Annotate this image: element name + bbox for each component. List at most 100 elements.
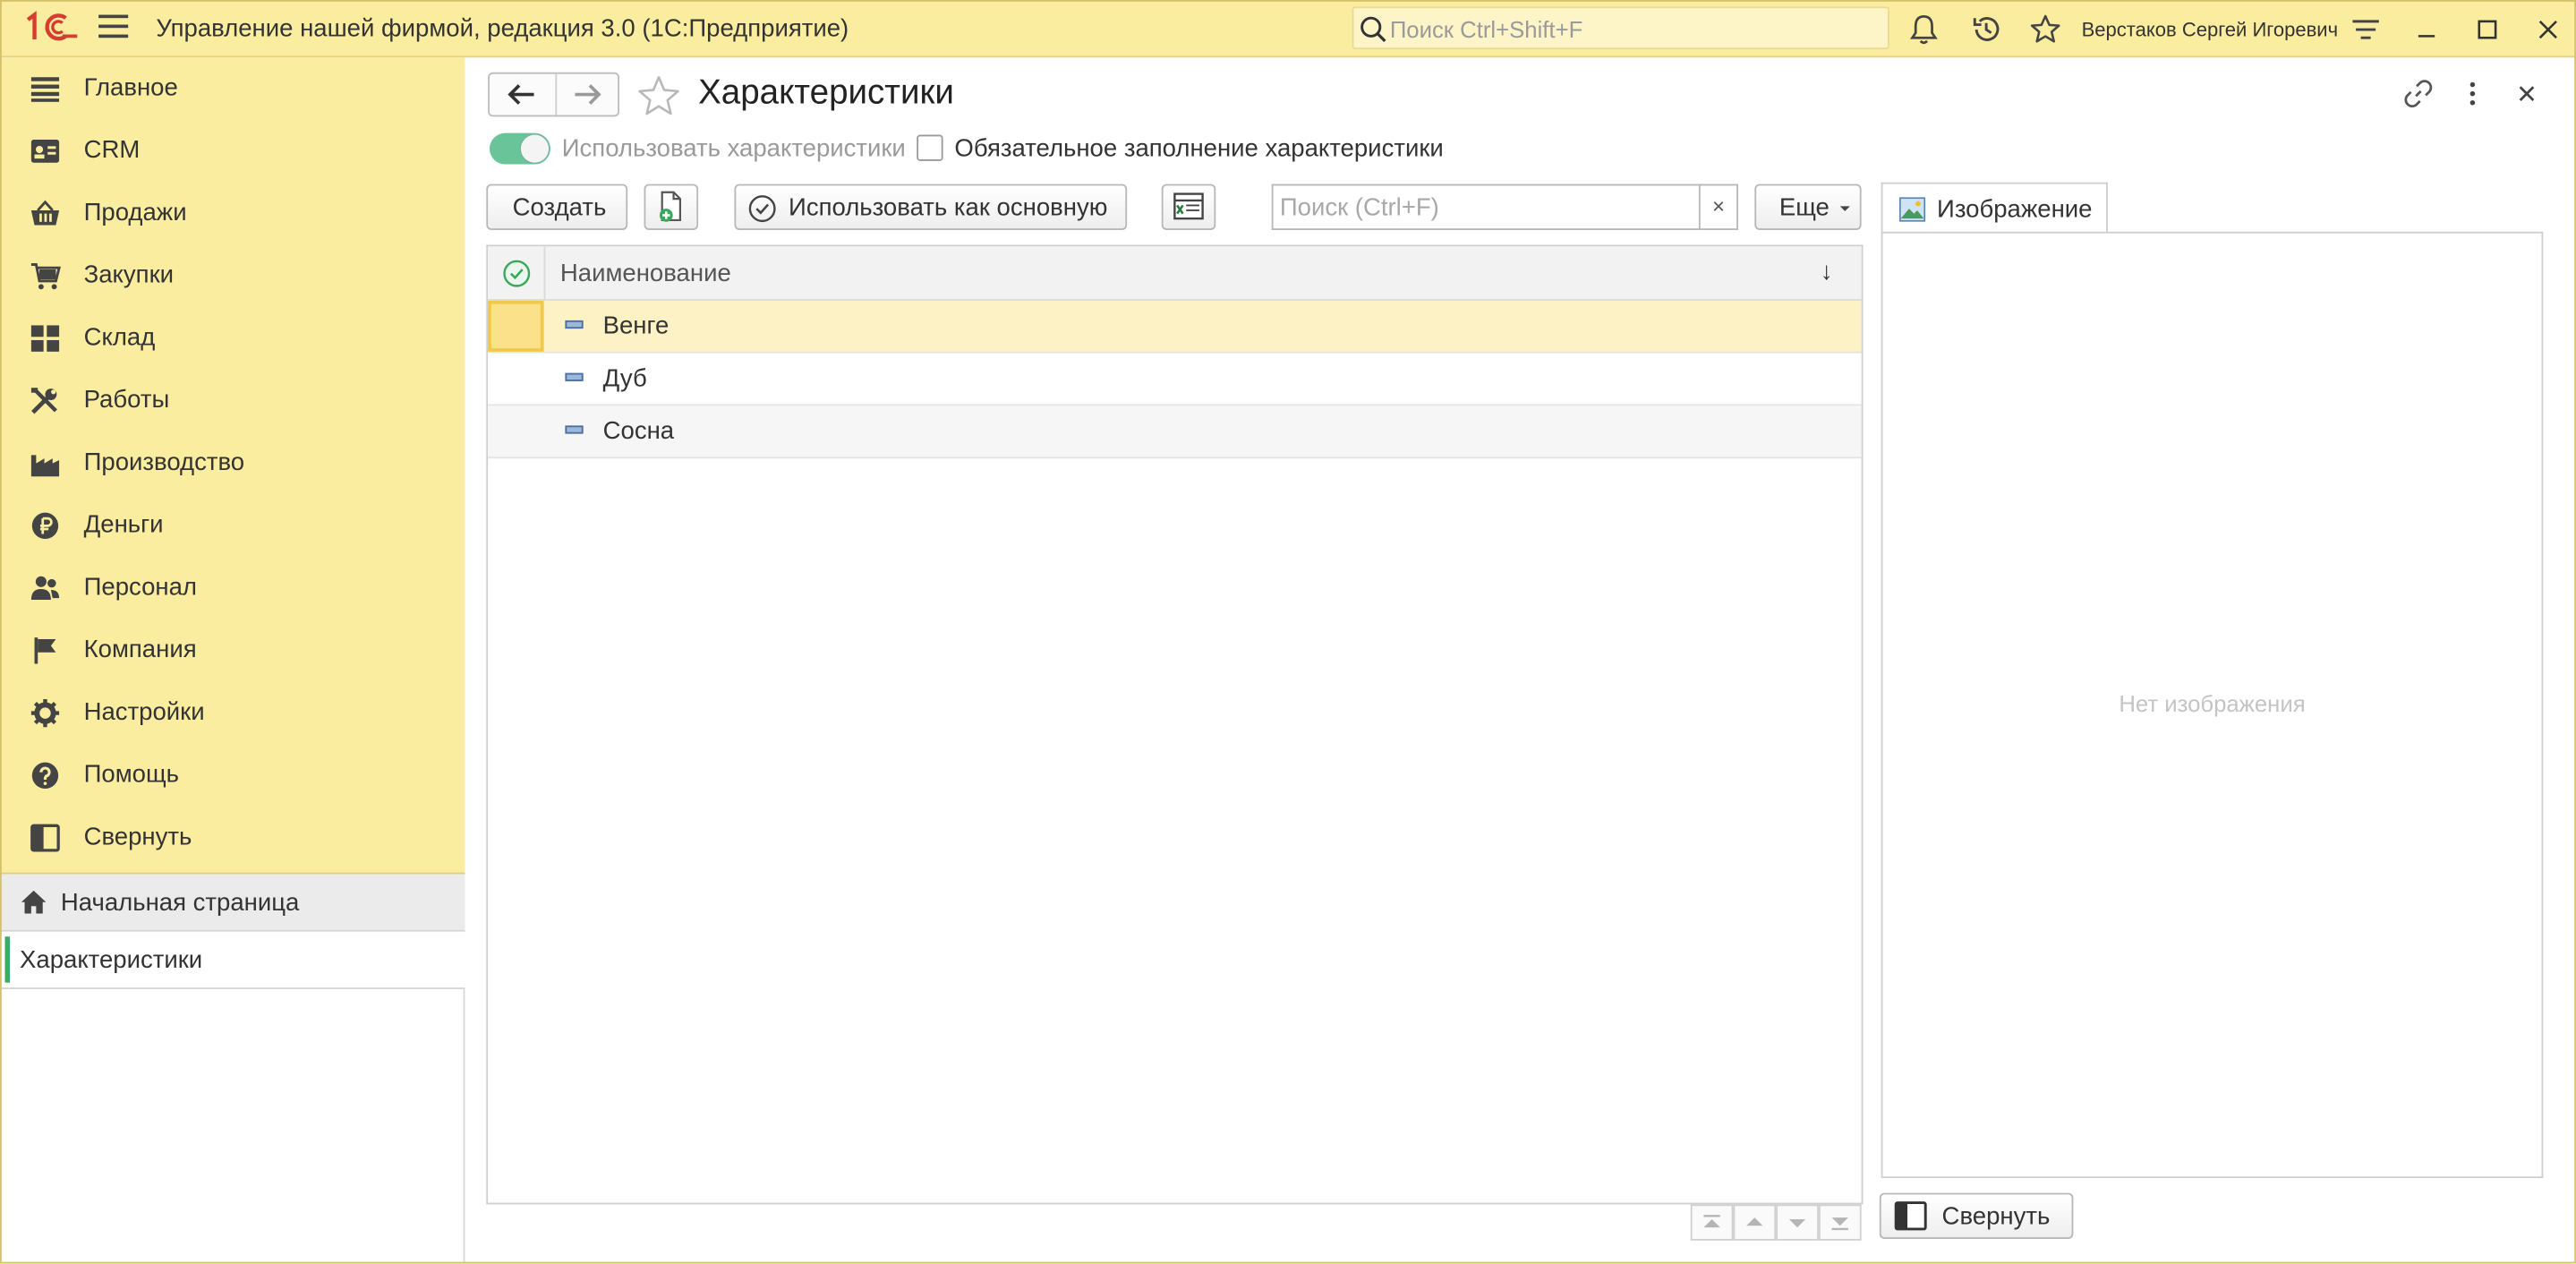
section-crm[interactable]: CRM (0, 120, 465, 183)
section-personnel[interactable]: Персонал (0, 557, 465, 619)
history-icon[interactable] (1970, 13, 2003, 47)
item-icon (565, 372, 584, 381)
section-label: Компания (83, 636, 197, 664)
toggle-knob (520, 134, 550, 163)
required-fill-label[interactable]: Обязательное заполнение характеристики (954, 135, 1443, 163)
crm-icon (30, 136, 61, 166)
check-circle-icon (748, 195, 776, 223)
link-icon[interactable] (2403, 79, 2433, 108)
section-help[interactable]: Помощь (0, 744, 465, 807)
section-collapse[interactable]: Свернуть (0, 807, 465, 869)
required-fill-checkbox[interactable] (917, 134, 943, 161)
collapse-image-button[interactable]: Свернуть (1879, 1192, 2074, 1239)
open-window-current[interactable]: Характеристики (0, 931, 465, 989)
list-search-input[interactable]: Поиск (Ctrl+F) (1271, 184, 1701, 230)
section-money[interactable]: Деньги (0, 494, 465, 557)
section-label: Помощь (83, 760, 179, 790)
no-image-text: Нет изображения (2119, 689, 2306, 717)
maximize-icon[interactable] (2471, 13, 2504, 47)
section-settings[interactable]: Настройки (0, 682, 465, 745)
row-name: Дуб (602, 364, 647, 393)
section-label: Свернуть (83, 823, 192, 851)
active-indicator (4, 936, 11, 983)
add-to-favorites-star-icon[interactable] (635, 74, 681, 127)
arrow-left-icon (508, 84, 534, 105)
section-label: Закупки (83, 260, 175, 290)
app-title: Управление нашей фирмой, редакция 3.0 (1… (156, 14, 849, 43)
more-actions-icon[interactable] (2458, 79, 2487, 108)
flag-icon (30, 636, 61, 665)
main-menu-icon[interactable] (98, 14, 129, 41)
1c-logo[interactable] (23, 10, 79, 55)
section-company[interactable]: Компания (0, 619, 465, 682)
use-as-main-button[interactable]: Использовать как основную (734, 184, 1128, 230)
image-panel: Нет изображения (1881, 231, 2544, 1179)
help-icon (30, 761, 61, 790)
section-works[interactable]: Работы (0, 370, 465, 432)
more-button-label: Еще (1778, 193, 1830, 222)
section-label: Продажи (83, 199, 187, 227)
scroll-to-bottom-button[interactable] (1818, 1204, 1862, 1241)
list-search-placeholder: Поиск (Ctrl+F) (1279, 193, 1439, 222)
scroll-to-top-button[interactable] (1690, 1204, 1734, 1241)
open-window-home[interactable]: Начальная страница (0, 874, 465, 932)
section-purchases[interactable]: Закупки (0, 244, 465, 307)
current-cell[interactable] (488, 300, 544, 352)
notifications-bell-icon[interactable] (1907, 13, 1941, 47)
section-label: Производство (83, 448, 245, 477)
use-characteristics-label: Использовать характеристики (561, 134, 906, 163)
ruble-icon (30, 511, 61, 541)
dropdown-arrow-icon (1839, 206, 1850, 211)
sidebar: Главное CRM Продажи Закупки Склад Работы… (0, 57, 465, 1264)
collapse-panel-icon (1894, 1201, 1927, 1239)
export-excel-button[interactable] (1161, 184, 1216, 230)
gear-icon (30, 698, 61, 728)
sort-arrow-icon[interactable]: ↓ (1821, 258, 1833, 286)
row-name: Сосна (602, 417, 675, 446)
warehouse-icon (30, 324, 61, 354)
more-button[interactable]: Еще (1754, 184, 1862, 230)
main-menu-icon (30, 74, 61, 104)
section-sales[interactable]: Продажи (0, 183, 465, 245)
section-label: Настройки (83, 698, 205, 727)
item-icon (565, 425, 584, 434)
copy-item-button[interactable] (644, 184, 699, 230)
section-label: Персонал (83, 573, 198, 602)
global-search-placeholder: Поиск Ctrl+Shift+F (1389, 16, 1583, 43)
arrow-right-icon (575, 84, 601, 105)
favorites-star-icon[interactable] (2029, 13, 2062, 47)
table-header: Наименование ↓ (488, 246, 1862, 301)
clear-search-button[interactable]: × (1698, 184, 1738, 230)
cart-icon (30, 261, 61, 291)
column-divider (543, 246, 546, 301)
section-production[interactable]: Производство (0, 432, 465, 495)
section-label: Склад (83, 323, 156, 352)
section-main[interactable]: Главное (0, 57, 465, 120)
home-icon (20, 889, 47, 924)
use-characteristics-toggle[interactable] (489, 132, 550, 165)
table-row[interactable]: Дуб (488, 353, 1862, 406)
forward-button[interactable] (555, 74, 620, 115)
title-bar: Управление нашей фирмой, редакция 3.0 (1… (0, 0, 2576, 58)
factory-icon (30, 448, 61, 478)
column-header-name[interactable]: Наименование (560, 260, 731, 287)
minimize-icon[interactable] (2410, 13, 2444, 47)
close-window-icon[interactable] (2532, 13, 2565, 47)
application-window: Управление нашей фирмой, редакция 3.0 (1… (0, 0, 2576, 1264)
settings-lines-icon[interactable] (2350, 13, 2383, 47)
table-row[interactable]: Венге (488, 300, 1862, 354)
open-window-label: Характеристики (20, 946, 203, 975)
user-name[interactable]: Верстаков Сергей Игоревич (2082, 18, 2339, 41)
close-form-icon[interactable] (2512, 79, 2541, 108)
main-mark-column-icon[interactable] (503, 260, 531, 295)
collapse-image-label: Свернуть (1941, 1202, 2051, 1231)
back-button[interactable] (490, 73, 558, 115)
create-button[interactable]: Создать (486, 184, 628, 230)
to-bottom-icon (1831, 1217, 1848, 1231)
section-warehouse[interactable]: Склад (0, 307, 465, 370)
global-search-input[interactable]: Поиск Ctrl+Shift+F (1352, 6, 1889, 50)
scroll-up-button[interactable] (1733, 1204, 1777, 1241)
table-row[interactable]: Сосна (488, 406, 1862, 459)
tab-image[interactable]: Изображение (1881, 182, 2108, 234)
scroll-down-button[interactable] (1776, 1204, 1819, 1241)
